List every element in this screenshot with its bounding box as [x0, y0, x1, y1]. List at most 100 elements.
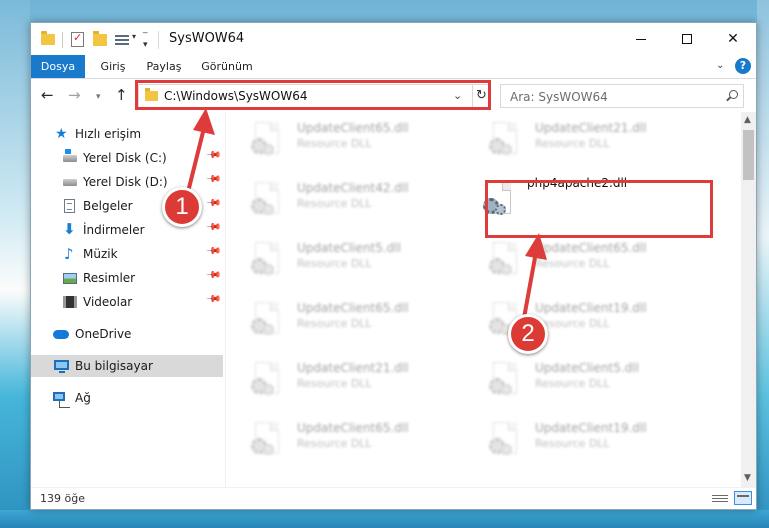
- sidebar-item-local-disk-c[interactable]: Yerel Disk (C:) 📌: [31, 147, 223, 169]
- expand-ribbon-icon[interactable]: ⌄: [716, 60, 724, 71]
- new-folder-icon[interactable]: [93, 31, 107, 46]
- tab-share[interactable]: Paylaş: [143, 55, 185, 78]
- desktop-background-bottom: [0, 510, 769, 528]
- pane-divider[interactable]: [225, 112, 226, 487]
- maximize-icon: [682, 34, 692, 44]
- sidebar-item-label: İndirmeler: [83, 223, 145, 237]
- pin-icon[interactable]: 📌: [205, 291, 222, 308]
- address-dropdown-icon[interactable]: ⌄: [453, 89, 462, 102]
- sidebar-item-label: Videolar: [83, 295, 133, 309]
- folder-icon: [145, 88, 158, 101]
- properties-icon[interactable]: [71, 31, 84, 47]
- close-button[interactable]: ✕: [710, 23, 756, 55]
- file-item[interactable]: UpdateClient65.dll Resource DLL: [227, 116, 457, 170]
- file-item[interactable]: UpdateClient5.dll Resource DLL: [465, 356, 695, 410]
- dll-file-icon: [483, 182, 515, 222]
- dll-file-icon: [251, 302, 283, 342]
- pin-icon[interactable]: 📌: [205, 267, 222, 284]
- file-name: UpdateClient65.dll: [535, 241, 647, 255]
- dll-file-icon: [251, 422, 283, 462]
- dll-file-icon: [251, 242, 283, 282]
- address-path[interactable]: C:\Windows\SysWOW64: [164, 89, 308, 103]
- recent-locations-icon[interactable]: ▾: [96, 89, 101, 105]
- title-bar: ▾ ‾▾ SysWOW64 ✕: [31, 23, 756, 55]
- pin-icon[interactable]: 📌: [205, 147, 222, 164]
- sidebar-item-network[interactable]: Ağ: [31, 387, 223, 409]
- chevron-down-icon[interactable]: ▾: [132, 32, 136, 48]
- file-item-php4apache2[interactable]: php4apache2.dll: [465, 176, 695, 230]
- tab-file[interactable]: Dosya: [31, 55, 85, 78]
- sidebar-item-label: Hızlı erişim: [75, 127, 142, 141]
- customize-toolbar-icon[interactable]: ‾ ▾: [143, 33, 152, 50]
- title-separator: [158, 31, 159, 49]
- desktop-background-right: [757, 0, 769, 528]
- music-icon: ♪: [64, 245, 74, 263]
- sidebar-item-pictures[interactable]: Resimler 📌: [31, 267, 223, 289]
- file-description: Resource DLL: [297, 137, 372, 150]
- up-arrow-icon[interactable]: ↑: [115, 87, 128, 103]
- file-item[interactable]: UpdateClient19.dll Resource DLL: [465, 296, 695, 350]
- sidebar-item-this-pc[interactable]: Bu bilgisayar: [31, 355, 223, 377]
- file-description: Resource DLL: [535, 257, 610, 270]
- maximize-button[interactable]: [664, 23, 710, 55]
- tiles-view-icon[interactable]: [734, 491, 752, 505]
- dll-file-icon: [489, 242, 521, 282]
- sidebar-item-music[interactable]: ♪ Müzik 📌: [31, 243, 223, 265]
- file-description: Resource DLL: [535, 437, 610, 450]
- file-item[interactable]: UpdateClient65.dll Resource DLL: [227, 296, 457, 350]
- back-arrow-icon[interactable]: ←: [41, 87, 54, 103]
- scroll-up-icon[interactable]: ▲: [744, 115, 751, 125]
- sidebar-item-quick-access[interactable]: ★ Hızlı erişim: [31, 123, 223, 145]
- vertical-scrollbar[interactable]: ▲ ▼: [741, 112, 756, 487]
- ribbon-tabs: Dosya Giriş Paylaş Görünüm ⌄ ?: [31, 55, 756, 79]
- scroll-down-icon[interactable]: ▼: [744, 473, 751, 483]
- desktop-background-left: [0, 0, 30, 528]
- sidebar-item-label: Yerel Disk (D:): [83, 175, 168, 189]
- file-name: UpdateClient65.dll: [297, 421, 409, 435]
- sidebar-item-videos[interactable]: Videolar 📌: [31, 291, 223, 313]
- file-item[interactable]: UpdateClient5.dll Resource DLL: [227, 236, 457, 290]
- network-icon: [53, 392, 70, 408]
- details-view-icon[interactable]: [712, 493, 728, 504]
- file-name: UpdateClient5.dll: [297, 241, 401, 255]
- quick-access-separator: [62, 32, 63, 48]
- file-list: UpdateClient65.dll Resource DLL UpdateCl…: [227, 112, 741, 487]
- sidebar-item-label: OneDrive: [75, 327, 132, 341]
- file-item[interactable]: UpdateClient19.dll Resource DLL: [465, 416, 695, 470]
- sidebar-item-local-disk-d[interactable]: Yerel Disk (D:) 📌: [31, 171, 223, 193]
- sidebar-item-label: Belgeler: [83, 199, 133, 213]
- file-name: UpdateClient21.dll: [297, 361, 409, 375]
- file-item[interactable]: UpdateClient65.dll Resource DLL: [465, 236, 695, 290]
- minimize-button[interactable]: [618, 23, 664, 55]
- file-item[interactable]: UpdateClient65.dll Resource DLL: [227, 416, 457, 470]
- file-description: Resource DLL: [297, 437, 372, 450]
- forward-arrow-icon[interactable]: →: [68, 87, 81, 103]
- pin-icon[interactable]: 📌: [205, 171, 222, 188]
- file-name: UpdateClient65.dll: [297, 301, 409, 315]
- dll-file-icon: [489, 422, 521, 462]
- tab-home[interactable]: Giriş: [95, 55, 131, 78]
- file-description: Resource DLL: [535, 137, 610, 150]
- file-item[interactable]: UpdateClient42.dll Resource DLL: [227, 176, 457, 230]
- pin-icon[interactable]: 📌: [205, 195, 222, 212]
- pin-icon[interactable]: 📌: [205, 243, 222, 260]
- folder-icon: [41, 31, 55, 45]
- help-icon[interactable]: ?: [735, 58, 751, 74]
- pictures-icon: [63, 273, 77, 284]
- refresh-icon[interactable]: ↻: [472, 85, 490, 107]
- search-input[interactable]: Ara: SysWOW64: [500, 84, 744, 108]
- address-bar[interactable]: C:\Windows\SysWOW64 ⌄ ↻: [138, 84, 490, 108]
- pin-icon[interactable]: 📌: [205, 219, 222, 236]
- sidebar-item-label: Resimler: [83, 271, 136, 285]
- search-icon[interactable]: [726, 90, 738, 101]
- item-count: 139 öğe: [40, 492, 85, 505]
- tab-view[interactable]: Görünüm: [199, 55, 255, 78]
- sidebar-item-onedrive[interactable]: OneDrive: [31, 323, 223, 345]
- file-item[interactable]: UpdateClient21.dll Resource DLL: [227, 356, 457, 410]
- scrollbar-thumb[interactable]: [743, 130, 754, 180]
- file-name: UpdateClient65.dll: [297, 121, 409, 135]
- file-item[interactable]: UpdateClient21.dll Resource DLL: [465, 116, 695, 170]
- view-options-icon[interactable]: [115, 33, 129, 46]
- drive-icon: [63, 179, 77, 186]
- computer-icon: [54, 360, 69, 373]
